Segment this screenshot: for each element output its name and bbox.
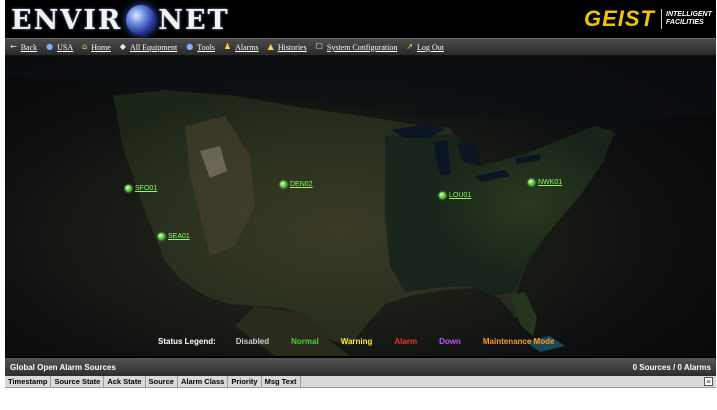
legend-alarm: Alarm (394, 337, 418, 346)
column-menu-icon[interactable]: ≡ (704, 377, 713, 386)
nav-back[interactable]: ← Back (10, 43, 37, 52)
status-normal-icon (125, 185, 132, 192)
alarm-table-body[interactable] (5, 388, 716, 410)
site-marker-sea01[interactable]: SEA01 (158, 233, 190, 240)
canada-region-shape (5, 56, 716, 122)
nav-all-equipment-label: All Equipment (129, 42, 178, 52)
column-timestamp[interactable]: Timestamp (5, 376, 52, 387)
legend-down: Down (439, 337, 461, 346)
logout-icon: ↗ (406, 42, 414, 51)
eastern-region-shape (385, 128, 605, 296)
usa-globe-icon: ● (46, 42, 54, 51)
status-normal-icon (158, 233, 165, 240)
site-marker-sfo01[interactable]: SFO01 (125, 185, 157, 192)
column-alarm-class[interactable]: Alarm Class (178, 376, 229, 387)
nav-system-configuration[interactable]: ☐ System Configuration (316, 43, 398, 52)
app-header: ENVIR NET GEIST INTELLIGENT FACILITIES (5, 0, 716, 38)
nav-home-label: Home (91, 42, 111, 52)
back-arrow-icon: ← (10, 42, 17, 51)
alarm-bell-icon: ♟ (223, 42, 232, 51)
system-config-icon: ☐ (315, 42, 323, 51)
legend-maintenance-mode: Maintenance Mode (482, 337, 555, 346)
usa-satellite-map (5, 56, 716, 356)
legend-title: Status Legend: (158, 337, 216, 346)
alarm-panel-title: Global Open Alarm Sources (10, 362, 116, 372)
legend-normal: Normal (291, 337, 319, 346)
column-ack-state[interactable]: Ack State (104, 376, 146, 387)
nav-tools-label: Tools (197, 42, 215, 52)
nav-histories-label: Histories (277, 42, 307, 52)
brand-name: GEIST (583, 6, 655, 31)
legend-disabled: Disabled (235, 337, 270, 346)
status-legend: Status Legend: Disabled Normal Warning A… (158, 337, 576, 346)
column-priority[interactable]: Priority (228, 376, 262, 387)
nav-bar: ← Back ● USA ⌂ Home ◆ All Equipment ● To… (5, 38, 716, 56)
nav-tools[interactable]: ● Tools (186, 43, 215, 52)
status-normal-icon (439, 192, 446, 199)
column-msg-text[interactable]: Msg Text (262, 376, 301, 387)
brand-tagline: INTELLIGENT FACILITIES (666, 11, 712, 26)
alarm-sources-panel: Global Open Alarm Sources 0 Sources / 0 … (5, 358, 716, 410)
logo-text-right: NET (158, 4, 230, 36)
home-icon: ⌂ (82, 42, 88, 51)
nav-home[interactable]: ⌂ Home (82, 43, 111, 52)
legend-warning: Warning (340, 337, 373, 346)
nav-alarms[interactable]: ♟ Alarms (224, 43, 259, 52)
alarm-panel-titlebar: Global Open Alarm Sources 0 Sources / 0 … (5, 358, 716, 376)
site-marker-nwk01[interactable]: NWK01 (528, 179, 562, 186)
status-normal-icon (528, 179, 535, 186)
site-label: SFO01 (135, 185, 158, 192)
logo-globe-icon (126, 5, 157, 35)
nav-system-configuration-label: System Configuration (326, 42, 398, 52)
column-source[interactable]: Source (146, 376, 178, 387)
nav-usa[interactable]: ● USA (46, 43, 73, 52)
equipment-icon: ◆ (119, 42, 126, 51)
envirnet-logo: ENVIR NET (11, 4, 230, 36)
geist-brand: GEIST INTELLIGENT FACILITIES (584, 5, 712, 33)
status-normal-icon (280, 181, 287, 188)
brand-divider (661, 9, 662, 29)
site-marker-den02[interactable]: DEN02 (280, 181, 313, 188)
nav-alarms-label: Alarms (235, 42, 259, 52)
nav-back-label: Back (20, 42, 38, 52)
nav-log-out[interactable]: ↗ Log Out (406, 43, 444, 52)
site-marker-lou01[interactable]: LOU01 (439, 192, 471, 199)
histories-icon: ▲ (267, 42, 274, 51)
alarm-summary: 0 Sources / 0 Alarms (632, 362, 711, 372)
column-source-state[interactable]: Source State (51, 376, 105, 387)
nav-all-equipment[interactable]: ◆ All Equipment (120, 43, 177, 52)
site-map[interactable]: SFO01 DEN02 LOU01 NWK01 SEA01 (5, 56, 716, 356)
nav-log-out-label: Log Out (417, 42, 444, 52)
tools-icon: ● (186, 42, 194, 51)
nav-usa-label: USA (57, 42, 74, 52)
envirnet-window: ENVIR NET GEIST INTELLIGENT FACILITIES ←… (5, 0, 716, 410)
logo-text-left: ENVIR (11, 4, 123, 36)
site-label: DEN02 (290, 181, 313, 188)
site-label: SEA01 (168, 233, 190, 240)
alarm-table-header: Timestamp Source State Ack State Source … (5, 376, 716, 388)
site-label: NWK01 (538, 179, 563, 186)
nav-histories[interactable]: ▲ Histories (268, 43, 307, 52)
site-label: LOU01 (449, 192, 472, 199)
